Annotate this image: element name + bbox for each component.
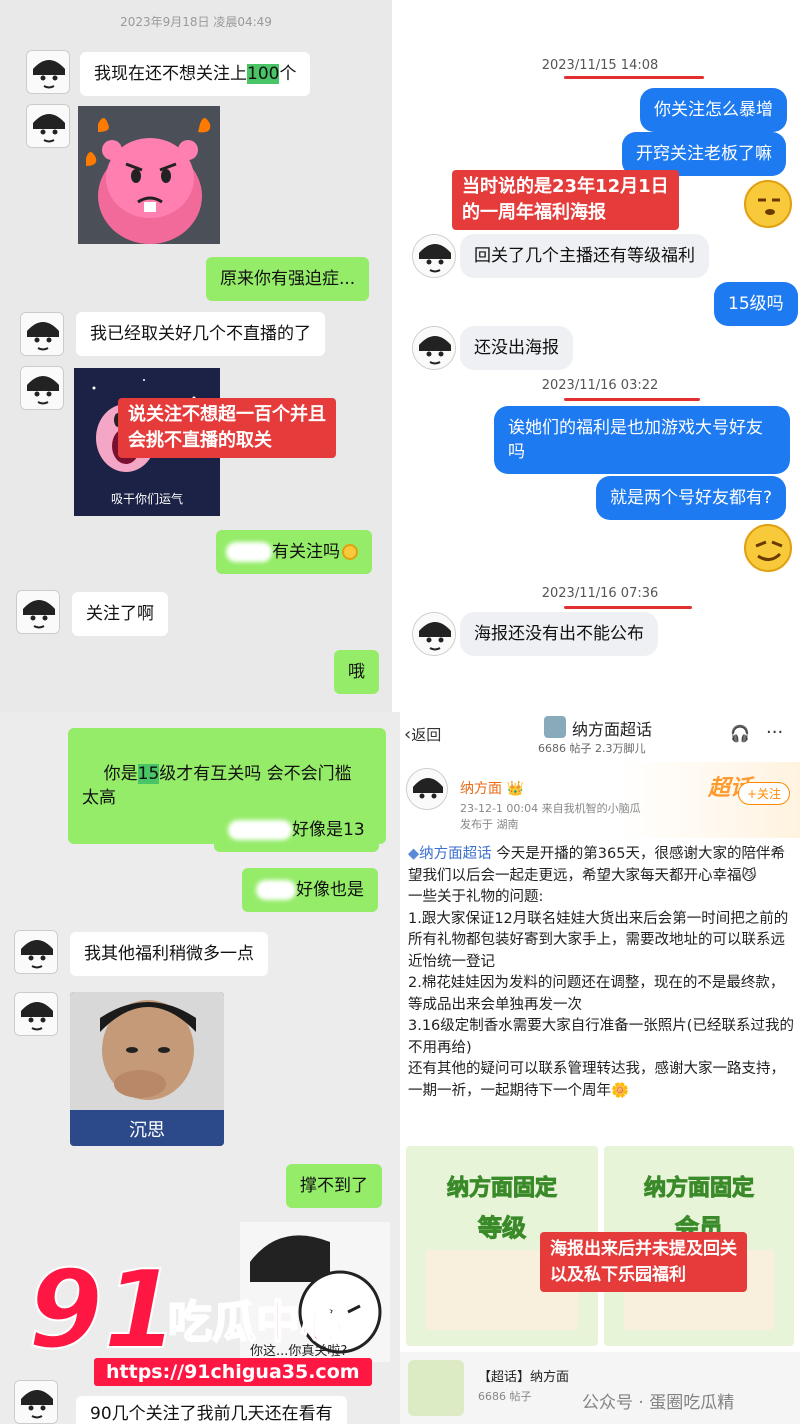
- footer-title: 【超话】纳方面: [478, 1370, 570, 1385]
- post-paragraph: 3.16级定制香水需要大家自行准备一张照片(已经联系过我的不用再给): [408, 1018, 794, 1056]
- underline-mark: [564, 76, 704, 79]
- message-text: 好像是13: [292, 820, 365, 840]
- chat-panel-qq: 2023/11/15 14:08 你关注怎么暴增 开窍关注老板了嘛 当时说的是2…: [400, 0, 800, 712]
- flower-emoji-icon: 🌼: [611, 1082, 630, 1099]
- message-incoming: 我现在还不想关注上100个: [80, 52, 311, 96]
- thinking-boy-sticker[interactable]: 沉思: [70, 992, 224, 1146]
- message-outgoing: 好像是13: [214, 808, 379, 852]
- smile-emoji-icon: [342, 544, 358, 560]
- highlight-text: 100: [247, 64, 280, 84]
- diamond-icon: ◆: [408, 846, 420, 862]
- underline-mark: [564, 606, 692, 609]
- message-incoming: 我其他福利稍微多一点: [70, 932, 268, 976]
- topic-title: 纳方面超话: [572, 720, 653, 739]
- message-incoming: 我已经取关好几个不直播的了: [76, 312, 325, 356]
- back-button[interactable]: ‹返回: [404, 724, 441, 745]
- author-avatar[interactable]: [406, 768, 448, 810]
- angry-beaver-sticker[interactable]: [78, 106, 220, 244]
- site-watermark: 91 吃瓜中心 https://91chigua35.com: [27, 1255, 408, 1412]
- blurred-name: [256, 880, 296, 900]
- watermark-number: 91: [27, 1248, 179, 1373]
- topic-footer-card[interactable]: 【超话】纳方面 6686 帖子 公众号 · 蛋圈吃瓜精: [400, 1352, 800, 1424]
- weibo-supertopic-panel: ‹返回 纳方面超话 6686 帖子 2.3万脚儿 🎧 ··· 纳方面 👑 23-…: [400, 712, 800, 1424]
- topic-icon: [544, 716, 566, 738]
- blurred-name: [228, 820, 292, 840]
- avatar[interactable]: [16, 590, 60, 634]
- photo-caption: 沉思: [129, 1120, 165, 1141]
- message-incoming: 关注了啊: [72, 592, 168, 636]
- crown-icon: 👑: [506, 781, 524, 797]
- message-text: 你是: [103, 764, 138, 784]
- smirk-emoji-icon: [744, 524, 792, 572]
- post-paragraph: 1.跟大家保证12月联名娃娃大货出来后会第一时间把之前的所有礼物都包装好寄到大家…: [408, 910, 789, 970]
- annotation-note: 说关注不想超一百个并且 会挑不直播的取关: [118, 398, 336, 458]
- sleepy-emoji-icon: [744, 180, 792, 228]
- timestamp: 2023/11/15 14:08: [541, 58, 659, 73]
- avatar[interactable]: [412, 612, 456, 656]
- message-text: 有关注吗: [272, 542, 340, 562]
- topic-link[interactable]: 纳方面超话: [419, 846, 492, 862]
- post-paragraph: 还有其他的疑问可以联系管理转达我，感谢大家一路支持，一期一祈，一起期待下一个周年…: [408, 1061, 785, 1099]
- message-outgoing: 好像也是: [242, 868, 378, 912]
- sticker-caption: 吸干你们运气: [110, 492, 183, 506]
- watermark-text: 吃瓜中心: [167, 1297, 345, 1349]
- footer-stats: 6686 帖子: [478, 1390, 532, 1403]
- post-paragraph: ◆纳方面超话 今天是开播的第365天，很感谢大家的陪伴希望我们以后会一起走更远，…: [408, 846, 785, 884]
- watermark-url: https://91chigua35.com: [94, 1358, 372, 1386]
- message-outgoing: 哦: [334, 650, 379, 694]
- underline-mark: [564, 398, 700, 401]
- post-paragraph: 一些关于礼物的问题:: [408, 889, 544, 905]
- message-text: 好像也是: [296, 880, 364, 900]
- message-incoming: 海报还没有出不能公布: [460, 612, 658, 656]
- post-location: 发布于 湖南: [460, 818, 519, 831]
- post-body: ◆纳方面超话 今天是开播的第365天，很感谢大家的陪伴希望我们以后会一起走更远，…: [408, 844, 794, 1102]
- message-outgoing: 你关注怎么暴增: [640, 88, 787, 132]
- avatar[interactable]: [26, 50, 70, 94]
- face-emoji-icon: 😼: [741, 867, 757, 884]
- timestamp: 2023年9月18日 凌晨04:49: [120, 15, 272, 29]
- poster-title: 纳方面固定: [643, 1176, 754, 1202]
- avatar[interactable]: [14, 992, 58, 1036]
- avatar[interactable]: [14, 930, 58, 974]
- avatar[interactable]: [26, 104, 70, 148]
- follow-button[interactable]: +关注: [738, 782, 791, 805]
- message-incoming: 回关了几个主播还有等级福利: [460, 234, 709, 278]
- account-watermark: 公众号 · 蛋圈吃瓜精: [582, 1393, 735, 1413]
- author-name[interactable]: 纳方面 👑: [460, 778, 524, 798]
- blurred-name: [226, 542, 272, 562]
- message-outgoing: 原来你有强迫症...: [206, 257, 370, 301]
- message-outgoing: 诶她们的福利是也加游戏大号好友 吗: [494, 406, 790, 474]
- avatar[interactable]: [412, 326, 456, 370]
- headphones-icon[interactable]: 🎧: [730, 724, 750, 743]
- beaver-image: [78, 106, 220, 244]
- post-paragraph: 2.棉花娃娃因为发料的问题还在调整，现在的不是最终款，等成品出来会单独再发一次: [408, 975, 785, 1013]
- timestamp: 2023/11/16 03:22: [541, 378, 659, 393]
- timestamp: 2023/11/16 07:36: [541, 586, 659, 601]
- avatar[interactable]: [412, 234, 456, 278]
- avatar[interactable]: [20, 312, 64, 356]
- post-meta: 23-12-1 00:04 来自我机智的小脑瓜: [460, 802, 641, 815]
- message-outgoing: 有关注吗: [216, 530, 372, 574]
- message-incoming: 还没出海报: [460, 326, 573, 370]
- highlight-text: 15: [137, 764, 160, 784]
- poster-title: 纳方面固定: [446, 1176, 557, 1202]
- message-text: 我现在还不想关注上: [94, 64, 247, 84]
- annotation-note: 海报出来后并未提及回关 以及私下乐园福利: [540, 1232, 747, 1292]
- message-text: 个: [279, 64, 297, 84]
- more-icon[interactable]: ···: [766, 722, 783, 743]
- post-header: 纳方面 👑 23-12-1 00:04 来自我机智的小脑瓜 发布于 湖南 超话 …: [400, 762, 800, 838]
- message-outgoing: 就是两个号好友都有?: [596, 476, 787, 520]
- message-outgoing: 撑不到了: [286, 1164, 382, 1208]
- topic-avatar: [408, 1360, 464, 1416]
- chat-panel-wechat-1: 2023年9月18日 凌晨04:49 我现在还不想关注上100个 原来你有强迫症…: [0, 0, 392, 712]
- avatar[interactable]: [20, 366, 64, 410]
- message-outgoing: 15级吗: [714, 282, 798, 326]
- topic-stats: 6686 帖子 2.3万脚儿: [538, 742, 646, 755]
- top-bar: ‹返回 纳方面超话 6686 帖子 2.3万脚儿 🎧 ···: [400, 712, 800, 762]
- annotation-note: 当时说的是23年12月1日 的一周年福利海报: [452, 170, 679, 230]
